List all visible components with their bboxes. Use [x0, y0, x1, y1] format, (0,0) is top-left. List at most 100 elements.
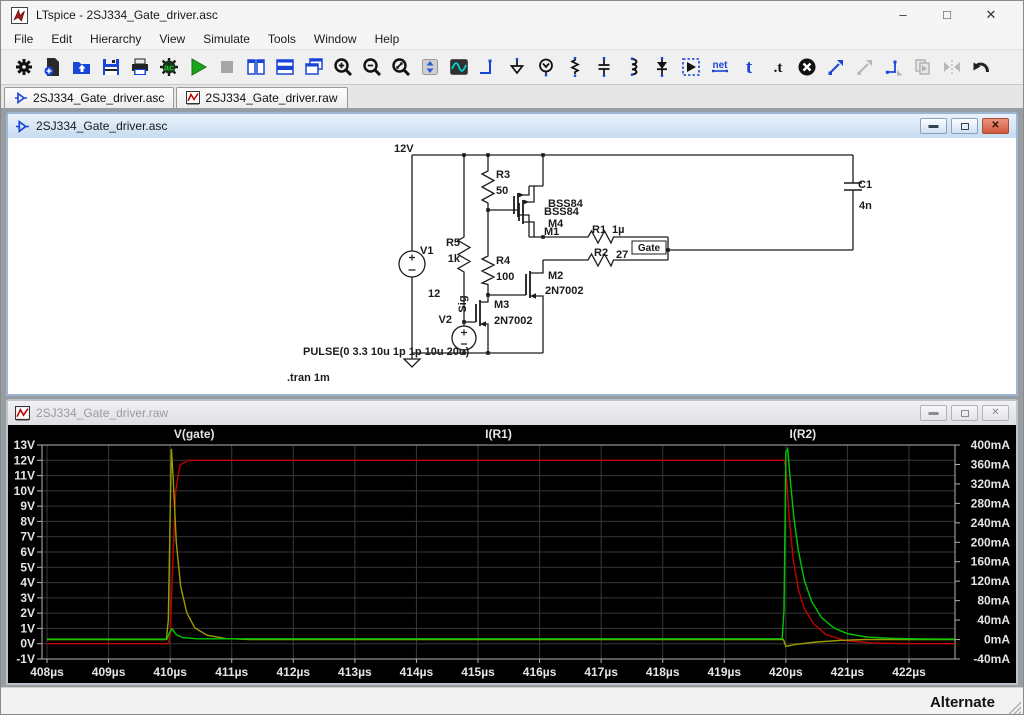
settings-button[interactable]: [9, 52, 38, 82]
label-net-button[interactable]: [531, 52, 560, 82]
y-left-tick-label: -1V: [16, 652, 35, 666]
menu-view[interactable]: View: [150, 30, 194, 48]
x-tick-label: 413µs: [338, 665, 372, 679]
waveform-minimize-icon[interactable]: ▬: [920, 405, 947, 421]
undo-icon: [970, 56, 992, 78]
component-button[interactable]: [676, 52, 705, 82]
y-left-tick-label: 3V: [20, 591, 35, 605]
print-button[interactable]: [125, 52, 154, 82]
m2-name: M2: [548, 270, 563, 282]
menu-file[interactable]: File: [5, 30, 42, 48]
menu-tools[interactable]: Tools: [259, 30, 305, 48]
diode-icon: [651, 56, 673, 78]
delete-button[interactable]: [792, 52, 821, 82]
undo-button[interactable]: [966, 52, 995, 82]
spice-directive-icon: .t: [767, 56, 789, 78]
draw-wire-button[interactable]: [473, 52, 502, 82]
y-right-tick-label: 40mA: [977, 613, 1010, 627]
waveform-window-titlebar[interactable]: 2SJ334_Gate_driver.raw ▬ ✕: [8, 401, 1016, 425]
waveform-window-title: 2SJ334_Gate_driver.raw: [36, 406, 168, 420]
y-left-tick-label: 0V: [20, 637, 35, 651]
halt-button[interactable]: [212, 52, 241, 82]
schematic-window-icon: [15, 119, 30, 134]
legend-V(gate)[interactable]: V(gate): [174, 427, 215, 441]
tile-horizontal-button[interactable]: [270, 52, 299, 82]
tab-strip: 2SJ334_Gate_driver.asc 2SJ334_Gate_drive…: [1, 85, 1023, 108]
menu-hierarchy[interactable]: Hierarchy: [81, 30, 150, 48]
m1-name: M1: [544, 226, 559, 238]
y-left-tick-label: 8V: [20, 514, 35, 528]
ground-symbol: [404, 359, 420, 367]
svg-text:.t: .t: [773, 60, 782, 76]
menu-window[interactable]: Window: [305, 30, 366, 48]
r3-value: 50: [496, 185, 508, 197]
run-button[interactable]: [183, 52, 212, 82]
legend-I(R1)[interactable]: I(R1): [485, 427, 512, 441]
title-bar[interactable]: LTspice - 2SJ334_Gate_driver.asc – □ ✕: [1, 1, 1023, 29]
save-button[interactable]: [96, 52, 125, 82]
resistor-icon: [564, 56, 586, 78]
close-icon[interactable]: ✕: [969, 1, 1013, 29]
y-left-tick-label: 7V: [20, 530, 35, 544]
zoom-out-button[interactable]: [357, 52, 386, 82]
schematic-canvas[interactable]: 12V V1 12 R5 1k V2 Sig R3 50 R4 100 M3 2…: [8, 138, 1016, 394]
maximize-icon[interactable]: □: [925, 1, 969, 29]
schematic-restore-icon[interactable]: [951, 118, 978, 134]
menu-edit[interactable]: Edit: [42, 30, 81, 48]
r5-value: 1k: [448, 253, 461, 265]
minimize-icon[interactable]: –: [881, 1, 925, 29]
net-name-button[interactable]: net: [705, 52, 734, 82]
capacitor-button[interactable]: [589, 52, 618, 82]
tile-vertical-button[interactable]: [241, 52, 270, 82]
dot-ac-button[interactable]: ac: [154, 52, 183, 82]
y-right-tick-label: 360mA: [971, 457, 1011, 471]
waveform-view-button[interactable]: [444, 52, 473, 82]
find-button[interactable]: [821, 52, 850, 82]
inductor-button[interactable]: [618, 52, 647, 82]
tab-schematic[interactable]: 2SJ334_Gate_driver.asc: [4, 87, 174, 108]
y-left-tick-label: 1V: [20, 621, 35, 635]
m4-arrow: [519, 193, 524, 198]
text-button[interactable]: t: [734, 52, 763, 82]
y-right-tick-label: -40mA: [973, 652, 1010, 666]
y-left-tick-label: 10V: [14, 484, 35, 498]
schematic-close-icon[interactable]: ✕: [982, 118, 1009, 134]
app-logo-icon: [11, 7, 28, 24]
open-button[interactable]: [67, 52, 96, 82]
resize-grip-icon[interactable]: [1007, 700, 1021, 714]
waveform-restore-icon[interactable]: [951, 405, 978, 421]
rail-label: 12V: [394, 143, 414, 155]
y-right-tick-label: 0mA: [984, 633, 1010, 647]
x-tick-label: 422µs: [892, 665, 926, 679]
x-tick-label: 420µs: [769, 665, 803, 679]
wire-icon: [477, 56, 499, 78]
y-right-tick-label: 80mA: [977, 594, 1010, 608]
spice-directive-button[interactable]: .t: [763, 52, 792, 82]
resistor-button[interactable]: [560, 52, 589, 82]
zoom-extents-button[interactable]: [386, 52, 415, 82]
mirror-gray-icon: [941, 56, 963, 78]
cascade-button[interactable]: [299, 52, 328, 82]
r1-value: 1µ: [612, 224, 624, 236]
schematic-window-titlebar[interactable]: 2SJ334_Gate_driver.asc ▬ ✕: [8, 114, 1016, 138]
stretch-button[interactable]: [879, 52, 908, 82]
y-right-tick-label: 200mA: [971, 535, 1011, 549]
zoom-in-button[interactable]: [328, 52, 357, 82]
menu-help[interactable]: Help: [366, 30, 409, 48]
x-tick-label: 409µs: [92, 665, 126, 679]
diode-button[interactable]: [647, 52, 676, 82]
menu-simulate[interactable]: Simulate: [194, 30, 259, 48]
waveform-plot[interactable]: 408µs409µs410µs411µs412µs413µs414µs415µs…: [8, 425, 1016, 683]
ground-button[interactable]: [502, 52, 531, 82]
legend-I(R2)[interactable]: I(R2): [789, 427, 816, 441]
schematic-minimize-icon[interactable]: ▬: [920, 118, 947, 134]
waveform-close-icon[interactable]: ✕: [982, 405, 1009, 421]
find-icon: [825, 56, 847, 78]
c1-value: 4n: [859, 200, 872, 212]
new-schematic-button[interactable]: [38, 52, 67, 82]
m3-model: 2N7002: [494, 315, 533, 327]
y-left-tick-label: 5V: [20, 560, 35, 574]
pan-button[interactable]: [415, 52, 444, 82]
y-right-tick-label: 120mA: [971, 574, 1011, 588]
tab-waveform[interactable]: 2SJ334_Gate_driver.raw: [176, 87, 347, 108]
